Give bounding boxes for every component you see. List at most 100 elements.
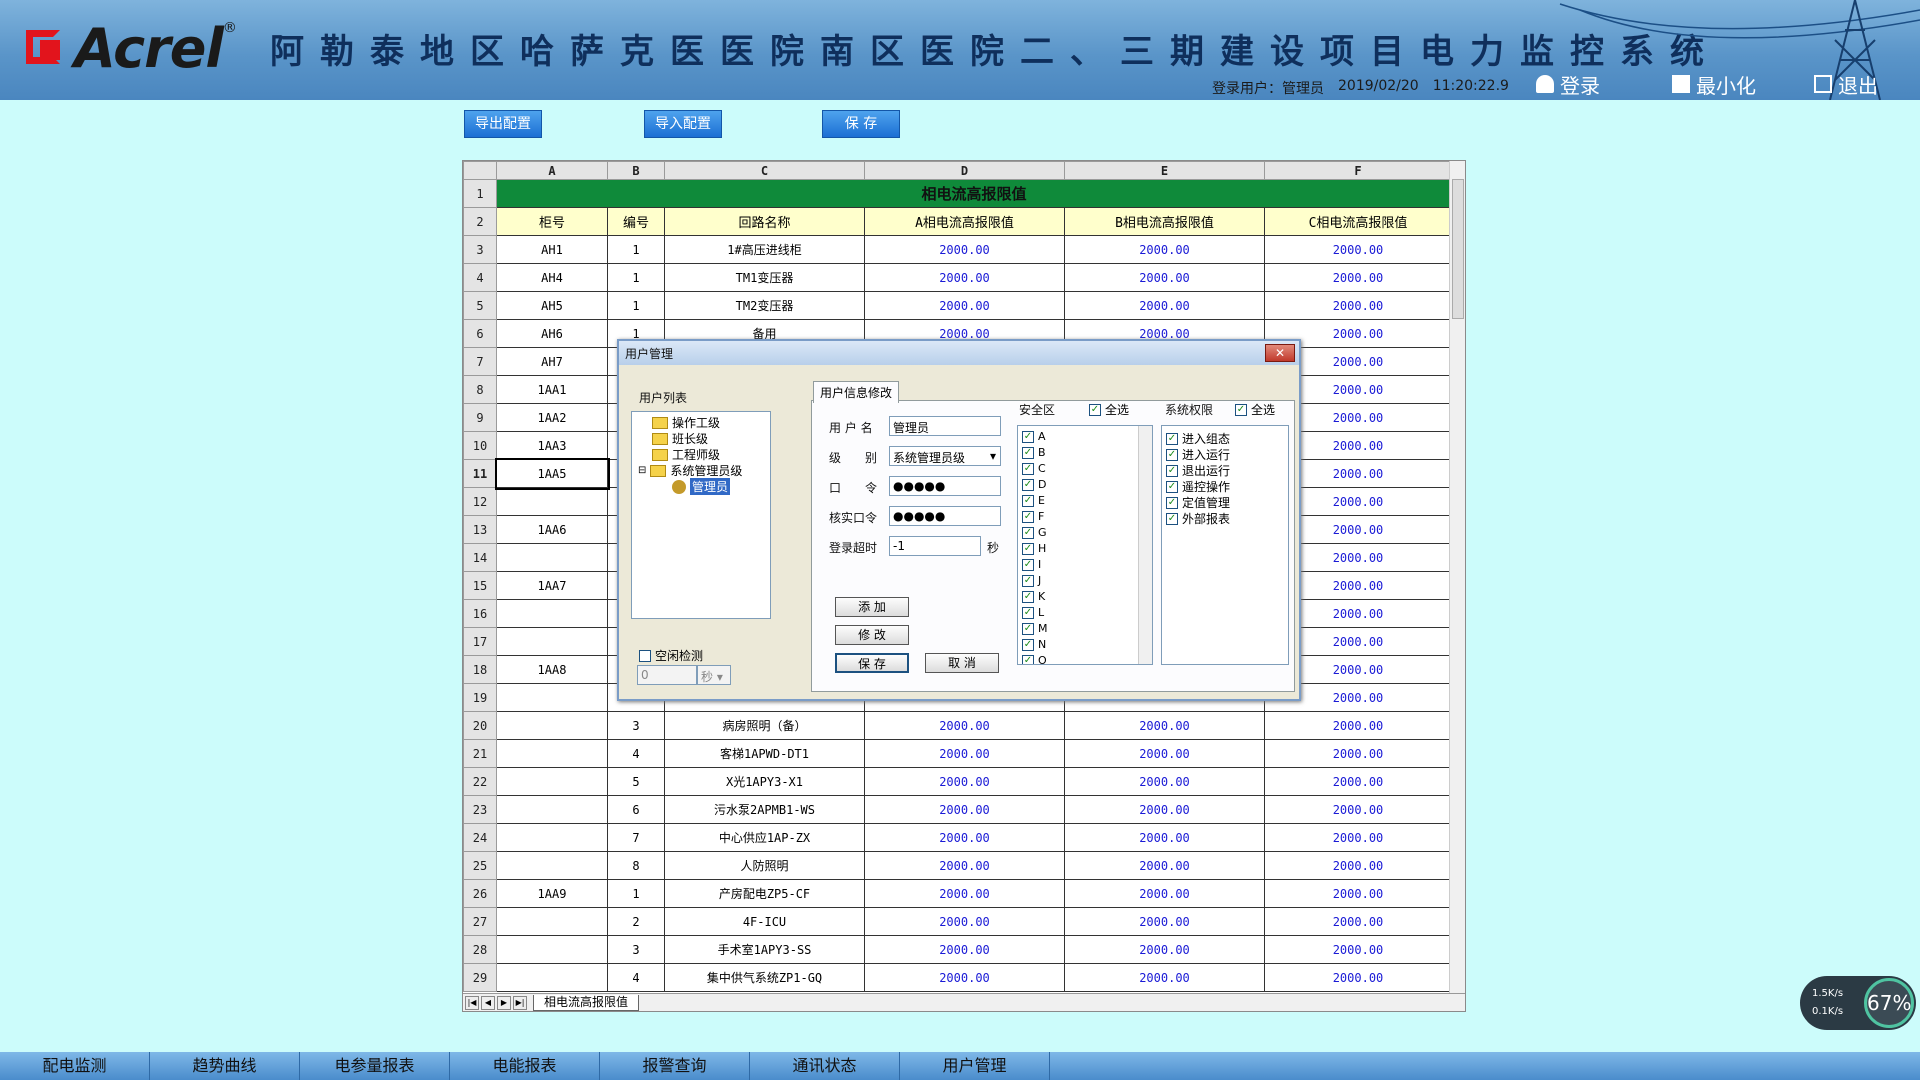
row-header[interactable]: 21 [463,739,497,768]
cell-phase-c-limit[interactable]: 2000.00 [1264,907,1452,936]
column-header[interactable]: A [496,161,608,180]
cell-cabinet[interactable]: AH7 [496,347,608,376]
cell-phase-c-limit[interactable]: 2000.00 [1264,795,1452,824]
cell-phase-a-limit[interactable]: 2000.00 [864,935,1065,964]
security-zone-checkbox[interactable]: ✓ C [1022,462,1046,475]
security-list-scrollbar[interactable] [1138,426,1152,664]
tree-item-operator[interactable]: 操作工级 [652,414,720,431]
cell-number[interactable]: 1 [607,235,665,264]
cell-number[interactable]: 4 [607,963,665,992]
network-speed-widget[interactable]: 1.5K/s 0.1K/s 67% [1800,976,1916,1030]
idle-check-checkbox[interactable]: 空闲检测 [639,647,703,664]
permission-checkbox[interactable]: ✓ 外部报表 [1166,510,1230,527]
row-header[interactable]: 25 [463,851,497,880]
security-zone-checkbox[interactable]: ✓ B [1022,446,1046,459]
cell-cabinet[interactable]: AH5 [496,291,608,320]
column-header[interactable]: E [1064,161,1265,180]
password-field[interactable]: ●●●●● [889,476,1001,496]
row-header[interactable]: 19 [463,683,497,712]
cell-phase-a-limit[interactable]: 2000.00 [864,795,1065,824]
row-header[interactable]: 2 [463,207,497,236]
row-header[interactable]: 6 [463,319,497,348]
cancel-button[interactable]: 取 消 [925,653,999,673]
cell-circuit-name[interactable]: 集中供气系统ZP1-GQ [664,963,865,992]
nav-alarm-query[interactable]: 报警查询 [600,1052,750,1080]
cell-cabinet[interactable] [496,823,608,852]
security-zone-checkbox[interactable]: ✓ I [1022,558,1041,571]
cell-phase-a-limit[interactable]: 2000.00 [864,823,1065,852]
user-tree[interactable]: 操作工级 班长级 工程师级 ⊟ 系统管理员级 管理员 [631,411,771,619]
security-zone-checkbox[interactable]: ✓ M [1022,622,1048,635]
permission-checkbox[interactable]: ✓ 遥控操作 [1166,478,1230,495]
row-header[interactable]: 22 [463,767,497,796]
column-header[interactable]: C [664,161,865,180]
cell-circuit-name[interactable]: 人防照明 [664,851,865,880]
cell-cabinet[interactable] [496,599,608,628]
security-zone-checkbox[interactable]: ✓ K [1022,590,1045,603]
add-user-button[interactable]: 添 加 [835,597,909,617]
level-select[interactable]: 系统管理员级 ▾ [889,446,1001,466]
row-header[interactable]: 16 [463,599,497,628]
security-zone-checkbox[interactable]: ✓ H [1022,542,1046,555]
row-header[interactable]: 27 [463,907,497,936]
nav-energy-report[interactable]: 电能报表 [450,1052,600,1080]
cell-cabinet[interactable] [496,767,608,796]
permission-checkbox[interactable]: ✓ 定值管理 [1166,494,1230,511]
next-sheet-icon[interactable]: ▶ [497,995,511,1010]
cell-circuit-name[interactable]: 污水泵2APMB1-WS [664,795,865,824]
security-select-all[interactable]: ✓ 全选 [1089,401,1129,418]
sheet-tab[interactable]: 相电流高报限值 [533,994,640,1011]
security-zone-checkbox[interactable]: ✓ D [1022,478,1046,491]
cell-cabinet[interactable] [496,907,608,936]
row-header[interactable]: 10 [463,431,497,460]
tab-user-info[interactable]: 用户信息修改 [813,381,900,403]
column-header[interactable]: D [864,161,1065,180]
row-header[interactable]: 28 [463,935,497,964]
row-header[interactable]: 26 [463,879,497,908]
cell-cabinet[interactable]: 1AA8 [496,655,608,684]
confirm-password-field[interactable]: ●●●●● [889,506,1001,526]
vertical-scrollbar[interactable] [1449,161,1465,997]
security-zone-checkbox[interactable]: ✓ A [1022,430,1046,443]
cell-circuit-name[interactable]: 病房照明（备） [664,711,865,740]
cell-phase-b-limit[interactable]: 2000.00 [1064,711,1265,740]
cell-phase-b-limit[interactable]: 2000.00 [1064,879,1265,908]
nav-distribution-monitor[interactable]: 配电监测 [0,1052,150,1080]
permission-checkbox[interactable]: ✓ 进入组态 [1166,430,1230,447]
cell-phase-c-limit[interactable]: 2000.00 [1264,767,1452,796]
cell-cabinet[interactable]: 1AA7 [496,571,608,600]
login-button[interactable]: 登录 [1536,72,1600,98]
first-sheet-icon[interactable]: |◀ [465,995,479,1010]
header-phase-a-limit[interactable]: A相电流高报限值 [864,207,1065,236]
cell-number[interactable]: 1 [607,879,665,908]
header-circuit-name[interactable]: 回路名称 [664,207,865,236]
cell-cabinet[interactable]: 1AA2 [496,403,608,432]
permission-select-all[interactable]: ✓ 全选 [1235,401,1275,418]
cell-number[interactable]: 5 [607,767,665,796]
security-zone-checkbox[interactable]: ✓ J [1022,574,1041,587]
cell-phase-b-limit[interactable]: 2000.00 [1064,907,1265,936]
cell-cabinet[interactable] [496,543,608,572]
cell-number[interactable]: 1 [607,263,665,292]
column-header[interactable]: B [607,161,665,180]
row-header[interactable]: 13 [463,515,497,544]
nav-comm-status[interactable]: 通讯状态 [750,1052,900,1080]
cell-phase-c-limit[interactable]: 2000.00 [1264,963,1452,992]
scrollbar-thumb[interactable] [1452,179,1464,319]
cell-number[interactable]: 3 [607,711,665,740]
system-permission-list[interactable]: ✓ 进入组态 ✓ 进入运行 ✓ 退出运行 ✓ 遥控操作 ✓ 定值管理 ✓ 外部报表 [1161,425,1289,665]
row-header[interactable]: 20 [463,711,497,740]
cell-cabinet[interactable]: AH1 [496,235,608,264]
save-user-button[interactable]: 保 存 [835,653,909,673]
cell-phase-b-limit[interactable]: 2000.00 [1064,291,1265,320]
username-field[interactable]: 管理员 [889,416,1001,436]
cell-cabinet[interactable] [496,711,608,740]
cell-cabinet[interactable] [496,851,608,880]
cell-number[interactable]: 6 [607,795,665,824]
cell-circuit-name[interactable]: 中心供应1AP-ZX [664,823,865,852]
tree-item-monitor[interactable]: 班长级 [652,430,708,447]
cell-circuit-name[interactable]: 产房配电ZP5-CF [664,879,865,908]
cell-phase-a-limit[interactable]: 2000.00 [864,767,1065,796]
security-zone-checkbox[interactable]: ✓ G [1022,526,1047,539]
minimize-button[interactable]: 最小化 [1672,72,1756,98]
